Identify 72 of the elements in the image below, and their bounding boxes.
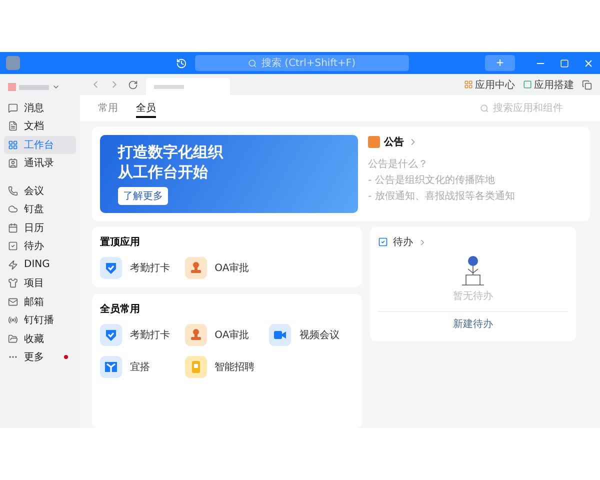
app-label[interactable]: 考勤打卡 [130,328,170,342]
sidebar-item[interactable]: 待办 [4,238,76,255]
radio-icon [8,315,18,326]
shield-check-icon [100,324,122,346]
announcement-text: - 公告是组织文化的传播阵地 [368,174,496,187]
video-camera-icon [269,324,292,346]
stamp-icon [184,257,207,279]
sidebar-item[interactable]: 消息 [4,99,76,116]
learn-more-button[interactable]: 了解更多 [118,187,168,205]
checkbox-icon [378,237,388,247]
windows-icon[interactable] [582,80,592,90]
phone-icon [8,186,18,196]
folder-icon [8,334,18,344]
chevron-icon[interactable] [418,238,427,246]
sidebar-item[interactable]: 会议 [4,182,76,200]
section-title: 全员常用 [100,302,141,316]
contacts-icon [8,158,18,168]
sidebar-item[interactable]: 项目 [4,274,76,292]
announcement-title[interactable]: 公告 [384,135,404,149]
sidebar-item[interactable]: 更多 [4,348,76,366]
caret-icon[interactable] [52,83,60,91]
sidebar-item[interactable]: 邮箱 [4,293,76,310]
todo-title[interactable]: 待办 [393,235,413,249]
badge-card-icon [184,356,207,378]
close-icon[interactable] [583,58,594,68]
app-label[interactable]: 智能招聘 [214,360,255,374]
search-icon [480,104,489,112]
announcement-text: 公告是什么？ [368,158,429,171]
sidebar-item[interactable]: 收藏 [4,330,76,348]
refresh-icon[interactable] [128,80,138,90]
grid-icon [464,80,473,89]
app-label[interactable]: 宜搭 [130,360,150,374]
sidebar-item[interactable]: 文档 [4,118,76,135]
checkbox-icon [8,241,18,252]
blurred-org-name [19,84,49,90]
org-avatar [8,83,16,91]
sidebar-item[interactable]: 通讯录 [4,154,76,172]
banner-headline: 从工作台开始 [118,163,209,182]
section-title: 置顶应用 [100,235,141,249]
builder-icon [523,80,532,89]
document-icon [8,121,18,132]
maximize-icon[interactable] [560,58,569,68]
tab[interactable]: 常用 [98,98,118,118]
shirt-icon [8,278,18,288]
sidebar-item[interactable]: DING [4,256,76,274]
app-label[interactable]: OA审批 [214,261,250,275]
mail-icon [8,296,18,307]
sidebar-item[interactable]: 钉钉播 [4,312,76,329]
chat-icon [8,102,18,113]
app-label[interactable]: 视频会议 [299,328,340,342]
app-label[interactable]: OA审批 [214,328,250,342]
stamp-icon [184,324,207,346]
search-icon [248,58,258,68]
history-icon[interactable] [176,58,187,68]
lightning-icon [8,260,18,270]
megaphone-icon [368,136,380,148]
app-logo-icon [6,56,20,70]
y-shape-icon [100,356,122,378]
tab[interactable]: 全员 [136,98,156,118]
app-builder-link[interactable]: 应用搭建 [523,78,574,92]
empty-state-text: 暂无待办 [452,290,494,303]
banner-headline: 打造数字化组织 [118,143,224,162]
new-todo-button[interactable]: 新建待办 [378,311,568,333]
sidebar-item[interactable]: 日历 [4,219,76,236]
grid-icon [8,140,18,150]
sidebar-item[interactable]: 钉盘 [4,200,76,218]
announcement-text: - 放假通知、喜报战报等各类通知 [368,190,515,203]
calendar-icon [8,222,18,233]
shield-check-icon [100,257,122,279]
app-center-link[interactable]: 应用中心 [464,78,515,92]
app-label[interactable]: 考勤打卡 [130,261,170,275]
cloud-icon [8,204,18,214]
